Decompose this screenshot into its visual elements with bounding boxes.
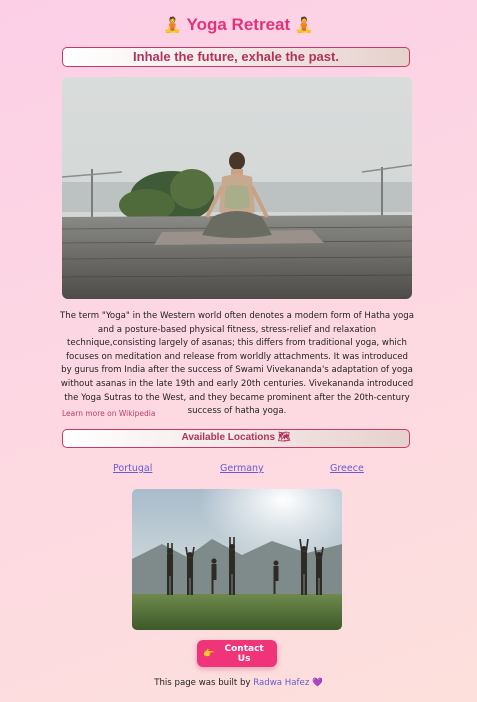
tagline-text: Inhale the future, exhale the past. [133, 49, 339, 64]
lotus-position-icon: 🧘 [294, 17, 314, 34]
lotus-position-icon: 🧘 [163, 17, 183, 34]
contact-us-button[interactable]: 👉 Contact Us [197, 640, 277, 667]
learn-more-link[interactable]: Learn more on Wikipedia [62, 409, 155, 418]
hero-image-yoga-deck [62, 77, 412, 299]
yoga-description: The term "Yoga" in the Western world oft… [60, 311, 414, 417]
pointing-hand-icon: 👉 [203, 648, 215, 659]
group-yoga-illustration [132, 489, 342, 630]
locations-heading: Available Locations [181, 432, 276, 443]
page-title: 🧘 Yoga Retreat 🧘 [0, 15, 477, 35]
page-title-text: Yoga Retreat [186, 15, 291, 34]
page-footer: This page was built by Radwa Hafez 💜 [0, 678, 477, 688]
footer-prefix: This page was built by [154, 678, 251, 688]
location-link-greece[interactable]: Greece [330, 463, 364, 474]
tagline-banner: Inhale the future, exhale the past. [62, 47, 410, 67]
yoga-deck-illustration [62, 77, 412, 299]
author-link[interactable]: Radwa Hafez [253, 678, 309, 688]
contact-us-label: Contact Us [224, 643, 264, 664]
location-link-germany[interactable]: Germany [220, 463, 264, 474]
group-yoga-image [132, 489, 342, 630]
purple-heart-icon: 💜 [312, 678, 323, 688]
locations-banner: Available Locations 🗺 [62, 429, 410, 448]
world-map-icon: 🗺 [277, 432, 291, 443]
location-link-portugal[interactable]: Portugal [113, 463, 152, 474]
